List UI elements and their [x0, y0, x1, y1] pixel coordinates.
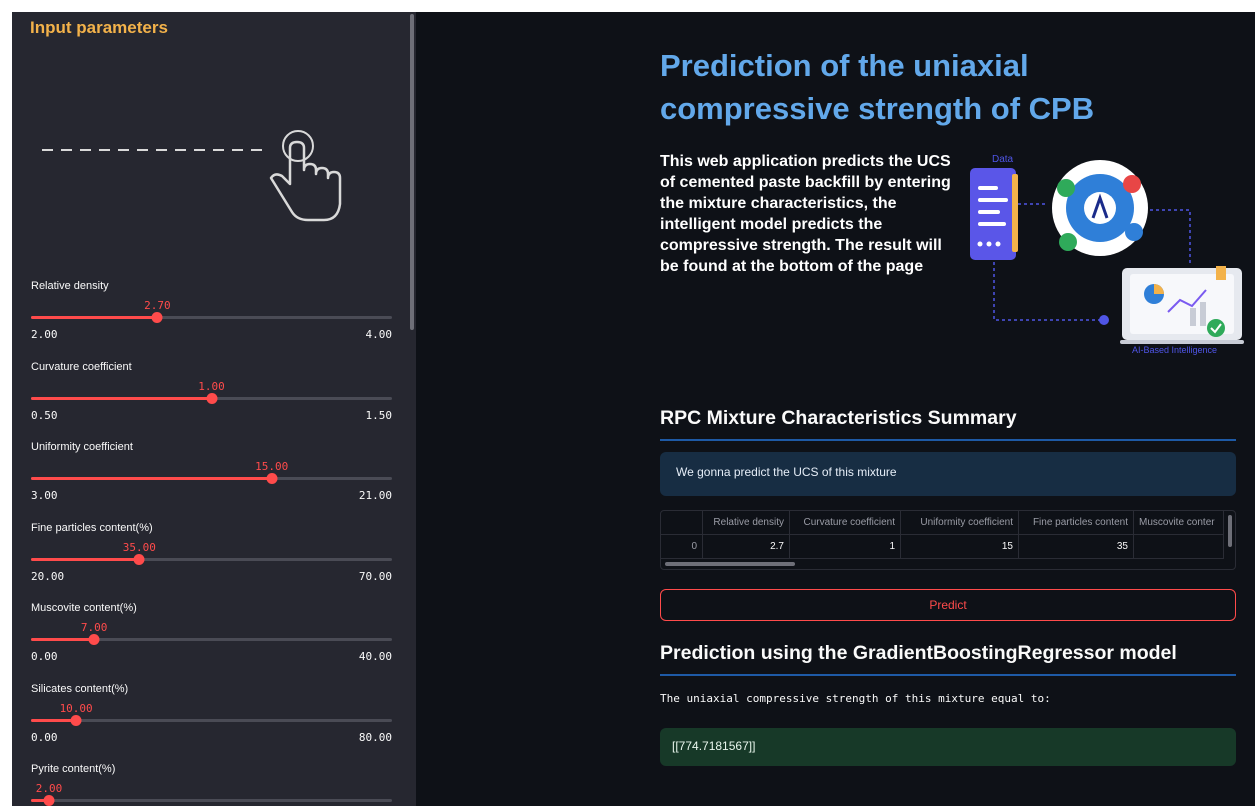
slider-uniformity-coefficient[interactable]: Uniformity coefficient 15.00 3.00 21.00	[31, 441, 392, 521]
slider-min: 3.00	[31, 489, 58, 502]
slider-label: Muscovite content(%)	[31, 602, 137, 614]
slider-value: 1.00	[198, 379, 225, 393]
slider-curvature-coefficient[interactable]: Curvature coefficient 1.00 0.50 1.50	[31, 361, 392, 441]
ai-illustration: Data AI-Based Intelligence	[970, 154, 1244, 355]
slider-thumb[interactable]	[266, 473, 278, 484]
slider-track[interactable]	[31, 795, 392, 806]
slider-min: 20.00	[31, 569, 65, 583]
table-index-header	[661, 511, 703, 535]
slider-thumb[interactable]	[133, 553, 145, 565]
hand-pointer-icon	[42, 130, 342, 222]
slider-track[interactable]	[31, 312, 392, 323]
main-content: Prediction of the uniaxial compressive s…	[416, 12, 1255, 806]
slider-fill	[31, 316, 158, 319]
slider-min: 2.00	[31, 328, 58, 341]
document-icon	[970, 168, 1018, 260]
data-label: Data	[992, 154, 1014, 165]
slider-muscovite-content[interactable]: Muscovite content(%) 7.00 0.00 40.00	[31, 602, 392, 682]
info-alert: We gonna predict the UCS of this mixture	[660, 452, 1236, 496]
slider-silicates-content[interactable]: Silicates content(%) 10.00 0.00 80.00	[31, 683, 392, 763]
slider-value: 7.00	[80, 621, 108, 634]
slider-max: 80.00	[358, 730, 392, 744]
page-title: Prediction of the uniaxial compressive s…	[660, 48, 1095, 126]
slider-thumb[interactable]	[151, 312, 163, 323]
column-header[interactable]: Curvature coefficient	[790, 511, 901, 535]
slider-fine-particles-content[interactable]: Fine particles content(%) 35.00 20.00 70.00	[31, 522, 392, 602]
slider-label: Fine particles content(%)	[31, 521, 153, 534]
column-header[interactable]: Uniformity coefficient	[901, 511, 1019, 535]
slider-thumb[interactable]	[88, 634, 100, 645]
slider-track[interactable]	[31, 714, 392, 726]
sidebar: Input parameters Relative density 2.70 2.0…	[12, 12, 416, 806]
slider-label: Uniformity coefficient	[31, 441, 133, 453]
slider-value: 35.00	[122, 540, 156, 554]
slider-fill	[31, 477, 272, 480]
ai-label: AI-Based Intelligence	[1132, 345, 1217, 355]
slider-fill	[31, 638, 95, 641]
slider-fill	[31, 718, 77, 722]
slider-track[interactable]	[31, 473, 392, 484]
slider-thumb[interactable]	[70, 714, 82, 726]
slider-track[interactable]	[31, 392, 392, 404]
result-caption: The uniaxial compressive strength of thi…	[660, 692, 1051, 705]
prediction-header: Prediction using the GradientBoostingReg…	[660, 642, 1236, 676]
column-header[interactable]: Muscovite conter	[1134, 511, 1224, 535]
slider-label: Relative density	[31, 280, 109, 292]
slider-value: 10.00	[59, 701, 93, 715]
table-cell[interactable]: 15	[901, 535, 1019, 559]
slider-track[interactable]	[31, 553, 392, 565]
slider-label: Silicates content(%)	[31, 682, 129, 695]
slider-thumb[interactable]	[43, 795, 55, 806]
gear-icon	[1052, 160, 1148, 256]
laptop-chart-icon	[1120, 266, 1244, 344]
slider-max: 1.50	[365, 408, 393, 422]
row-index: 0	[661, 535, 703, 559]
slider-value: 2.00	[35, 782, 63, 795]
table-cell[interactable]: 35	[1019, 535, 1134, 559]
table-horizontal-scrollbar[interactable]	[665, 562, 795, 566]
slider-min: 0.00	[31, 650, 58, 663]
mixture-dataframe[interactable]: Relative density Curvature coefficient U…	[660, 510, 1236, 570]
slider-max: 4.00	[365, 328, 393, 341]
slider-fill	[31, 396, 212, 400]
column-header[interactable]: Relative density	[703, 511, 790, 535]
slider-label: Curvature coefficient	[31, 360, 132, 373]
table-cell[interactable]: 2.7	[703, 535, 790, 559]
slider-min: 0.50	[31, 408, 58, 422]
table-vertical-scrollbar[interactable]	[1228, 515, 1232, 547]
slider-thumb[interactable]	[206, 392, 217, 404]
column-header[interactable]: Fine particles content	[1019, 511, 1134, 535]
slider-relative-density[interactable]: Relative density 2.70 2.00 4.00	[31, 280, 392, 360]
sidebar-scrollbar[interactable]	[410, 14, 414, 330]
slider-label: Pyrite content(%)	[31, 763, 116, 775]
result-success-box: [[774.7181567]]	[660, 728, 1236, 766]
slider-max: 21.00	[358, 489, 392, 502]
predict-button[interactable]: Predict	[660, 589, 1236, 621]
slider-fill	[31, 557, 140, 561]
slider-max: 40.00	[358, 650, 392, 663]
slider-min: 0.00	[31, 730, 58, 744]
slider-max: 70.00	[358, 569, 392, 583]
summary-header: RPC Mixture Characteristics Summary	[660, 407, 1236, 441]
slider-pyrite-content[interactable]: Pyrite content(%) 2.00	[31, 763, 392, 806]
table-cell[interactable]	[1134, 535, 1224, 559]
sidebar-title: Input parameters	[30, 18, 168, 37]
intro-text: This web application predicts the UCS of…	[660, 153, 951, 275]
table-cell[interactable]: 1	[790, 535, 901, 559]
slider-value: 2.70	[144, 299, 171, 312]
slider-track[interactable]	[31, 634, 392, 645]
slider-value: 15.00	[255, 460, 289, 473]
